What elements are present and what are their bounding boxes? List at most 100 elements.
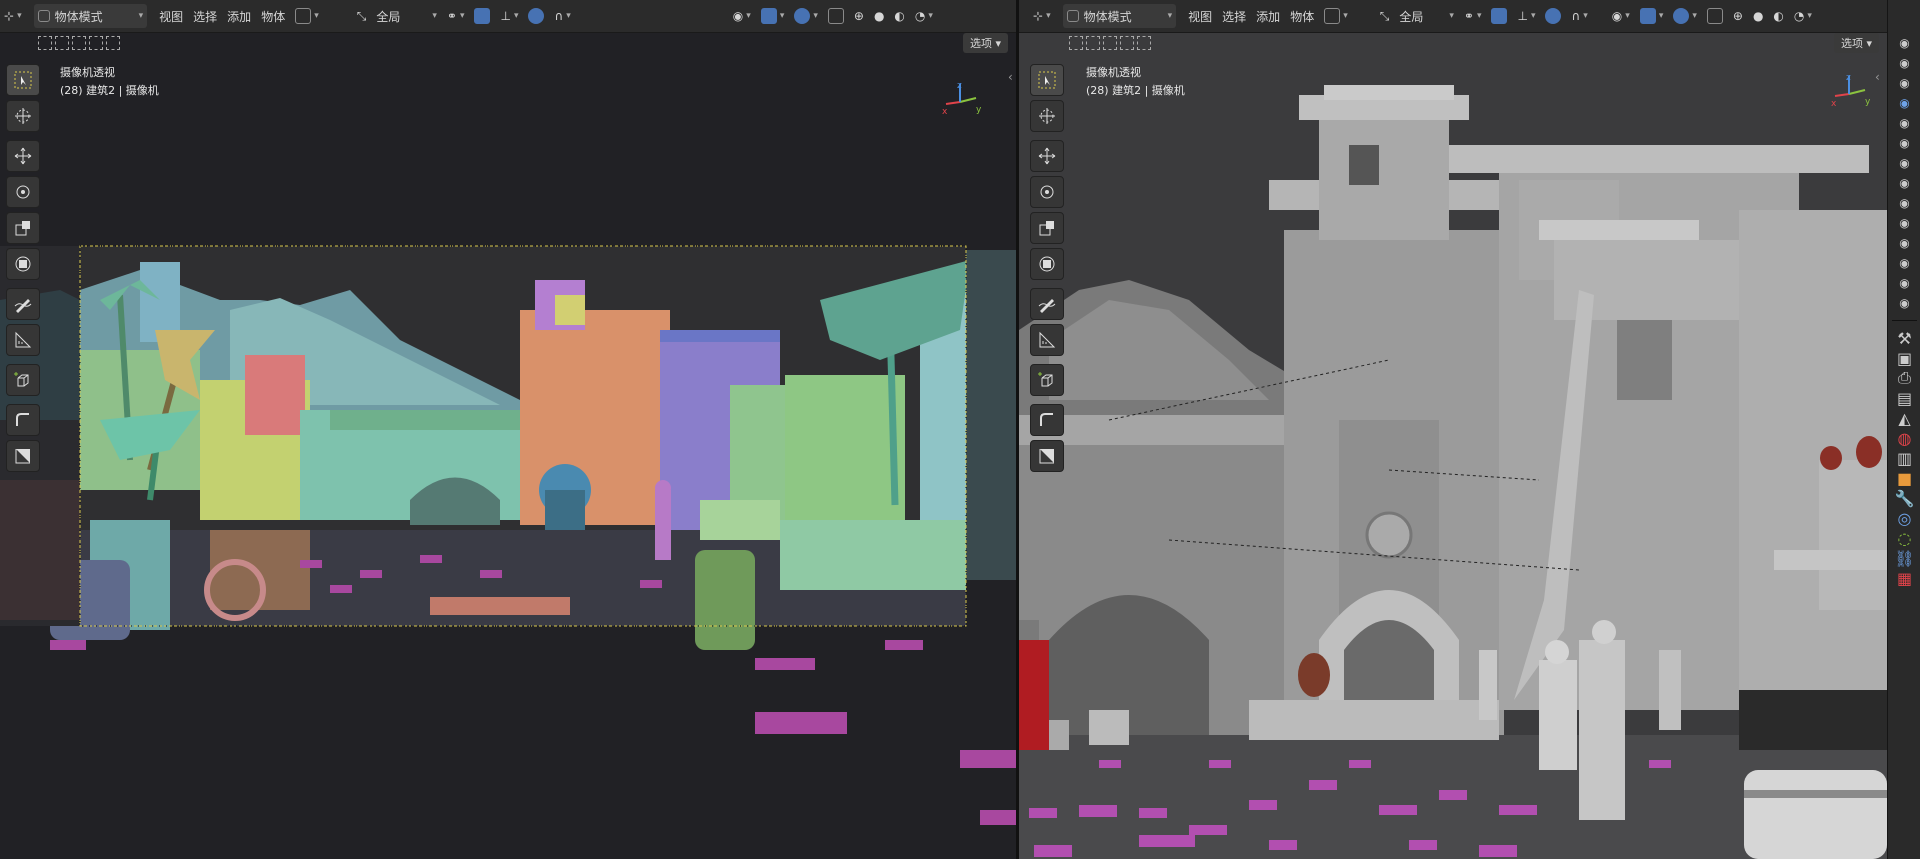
camera-visibility-icon[interactable]: ◉: [1896, 56, 1914, 70]
shading-wireframe-icon[interactable]: ⊕: [1729, 4, 1747, 28]
output-properties-tab-icon[interactable]: ⎙: [1896, 368, 1914, 387]
particles-properties-tab-icon[interactable]: ◎: [1896, 509, 1914, 528]
visibility-icon[interactable]: ◉ ▾: [729, 4, 755, 28]
transform-tool[interactable]: [6, 248, 40, 280]
transform-orientation-selector[interactable]: 全局 ▾: [1395, 4, 1458, 28]
overlay-toggle-icon[interactable]: ▾: [1669, 4, 1701, 28]
camera-visibility-icon[interactable]: ◉: [1896, 116, 1914, 130]
camera-visibility-icon[interactable]: ◉: [1896, 236, 1914, 250]
shading-material-icon[interactable]: ◐: [890, 4, 908, 28]
gizmo-toggle-icon[interactable]: ▾: [757, 4, 789, 28]
camera-visibility-icon[interactable]: ◉: [1896, 96, 1914, 110]
shading-material-icon[interactable]: ◐: [1769, 4, 1787, 28]
editor-type-selector[interactable]: ⊹ ▾: [1029, 4, 1055, 28]
scale-tool[interactable]: [6, 212, 40, 244]
options-dropdown[interactable]: 选项 ▾: [1833, 33, 1879, 53]
xray-icon[interactable]: [1703, 4, 1727, 28]
select-box-tool[interactable]: [6, 64, 40, 96]
extrude-tool[interactable]: [6, 404, 40, 436]
transform-orientation-icon[interactable]: ⤡: [353, 4, 371, 28]
texture-properties-tab-icon[interactable]: ▦: [1896, 569, 1914, 588]
shading-solid-icon[interactable]: ●: [870, 4, 888, 28]
rotate-tool[interactable]: [1030, 176, 1064, 208]
transform-orientation-selector[interactable]: 全局 ▾: [372, 4, 441, 28]
measure-tool[interactable]: [1030, 324, 1064, 356]
move-tool[interactable]: [6, 140, 40, 172]
shading-wireframe-icon[interactable]: ⊕: [850, 4, 868, 28]
left-3d-viewport[interactable]: ⊹ ▾ 物体模式 ▾ 视图 选择 添加 物体 ▾ ⤡ 全局 ▾ ⚭ ▾ ⊥ ▾ ∩ ▾ ◉…: [0, 0, 1016, 859]
gpencil-icon[interactable]: ▾: [1320, 4, 1352, 28]
transform-orientation-icon[interactable]: ⤡: [1376, 4, 1394, 28]
editor-type-selector[interactable]: ⊹ ▾: [0, 4, 26, 28]
snap-icon[interactable]: [470, 4, 494, 28]
constraint-properties-tab-icon[interactable]: ⛓: [1894, 549, 1914, 568]
camera-visibility-icon[interactable]: ◉: [1896, 296, 1914, 310]
falloff-icon[interactable]: ∩ ▾: [1567, 4, 1591, 28]
world-properties-tab-icon[interactable]: ◍: [1896, 429, 1914, 448]
annotate-tool[interactable]: [6, 288, 40, 320]
physics-properties-tab-icon[interactable]: ◌: [1896, 529, 1914, 548]
pivot-icon[interactable]: ⚭ ▾: [443, 4, 469, 28]
menu-view[interactable]: 视图: [155, 4, 187, 28]
falloff-icon[interactable]: ∩ ▾: [550, 4, 574, 28]
object-properties-tab-icon[interactable]: ■: [1896, 469, 1914, 488]
camera-visibility-icon[interactable]: ◉: [1896, 196, 1914, 210]
extrude-tool[interactable]: [1030, 404, 1064, 436]
sidebar-collapse-arrow[interactable]: ‹: [1875, 70, 1880, 84]
overlay-toggle-icon[interactable]: ▾: [790, 4, 822, 28]
rotate-tool[interactable]: [6, 176, 40, 208]
scene-properties-tab-icon[interactable]: ◭: [1896, 409, 1914, 428]
shear-tool[interactable]: [1030, 440, 1064, 472]
transform-tool[interactable]: [1030, 248, 1064, 280]
xray-icon[interactable]: [824, 4, 848, 28]
menu-add[interactable]: 添加: [223, 4, 255, 28]
snap-icon[interactable]: [1487, 4, 1511, 28]
render-properties-tab-icon[interactable]: ▣: [1896, 349, 1914, 368]
camera-visibility-icon[interactable]: ◉: [1896, 76, 1914, 90]
camera-visibility-icon[interactable]: ◉: [1896, 276, 1914, 290]
scale-tool[interactable]: [1030, 212, 1064, 244]
snap-target-icon[interactable]: ⊥ ▾: [496, 4, 522, 28]
camera-visibility-icon[interactable]: ◉: [1896, 256, 1914, 270]
add-cube-tool[interactable]: [1030, 364, 1064, 396]
annotate-tool[interactable]: [1030, 288, 1064, 320]
gizmo-toggle-icon[interactable]: ▾: [1636, 4, 1668, 28]
menu-view[interactable]: 视图: [1184, 4, 1216, 28]
shear-tool[interactable]: [6, 440, 40, 472]
menu-object[interactable]: 物体: [257, 4, 289, 28]
menu-add[interactable]: 添加: [1252, 4, 1284, 28]
menu-object[interactable]: 物体: [1286, 4, 1318, 28]
visibility-icon[interactable]: ◉ ▾: [1608, 4, 1634, 28]
shading-solid-icon[interactable]: ●: [1749, 4, 1767, 28]
camera-visibility-icon[interactable]: ◉: [1896, 136, 1914, 150]
camera-visibility-icon[interactable]: ◉: [1896, 176, 1914, 190]
mode-selector[interactable]: 物体模式 ▾: [33, 4, 148, 28]
camera-visibility-icon[interactable]: ◉: [1896, 36, 1914, 50]
camera-visibility-icon[interactable]: ◉: [1896, 216, 1914, 230]
select-box-tool[interactable]: [1030, 64, 1064, 96]
navigation-gizmo[interactable]: x y z: [940, 78, 986, 118]
mode-selector[interactable]: 物体模式 ▾: [1062, 4, 1177, 28]
cursor-tool[interactable]: [6, 100, 40, 132]
navigation-gizmo[interactable]: x y z: [1829, 70, 1875, 110]
tool-properties-tab-icon[interactable]: ⚒: [1896, 329, 1914, 348]
right-3d-viewport[interactable]: ⊹ ▾ 物体模式 ▾ 视图 选择 添加 物体 ▾ ⤡ 全局 ▾ ⚭ ▾ ⊥ ▾ ∩ ▾ ◉…: [1019, 0, 1887, 859]
menu-select[interactable]: 选择: [189, 4, 221, 28]
sidebar-collapse-arrow[interactable]: ‹: [1008, 70, 1013, 84]
camera-visibility-icon[interactable]: ◉: [1896, 156, 1914, 170]
shading-rendered-icon[interactable]: ◔ ▾: [911, 4, 937, 28]
proportional-edit-icon[interactable]: [1541, 4, 1565, 28]
gpencil-icon[interactable]: ▾: [291, 4, 323, 28]
selection-mode-icons[interactable]: [1069, 36, 1151, 50]
collection-properties-tab-icon[interactable]: ▥: [1896, 449, 1914, 468]
proportional-edit-icon[interactable]: [524, 4, 548, 28]
shading-rendered-icon[interactable]: ◔ ▾: [1790, 4, 1816, 28]
snap-target-icon[interactable]: ⊥ ▾: [1513, 4, 1539, 28]
add-cube-tool[interactable]: [6, 364, 40, 396]
move-tool[interactable]: [1030, 140, 1064, 172]
selection-mode-icons[interactable]: [38, 36, 120, 50]
view-layer-tab-icon[interactable]: ▤: [1896, 389, 1914, 408]
menu-select[interactable]: 选择: [1218, 4, 1250, 28]
measure-tool[interactable]: [6, 324, 40, 356]
pivot-icon[interactable]: ⚭ ▾: [1460, 4, 1486, 28]
